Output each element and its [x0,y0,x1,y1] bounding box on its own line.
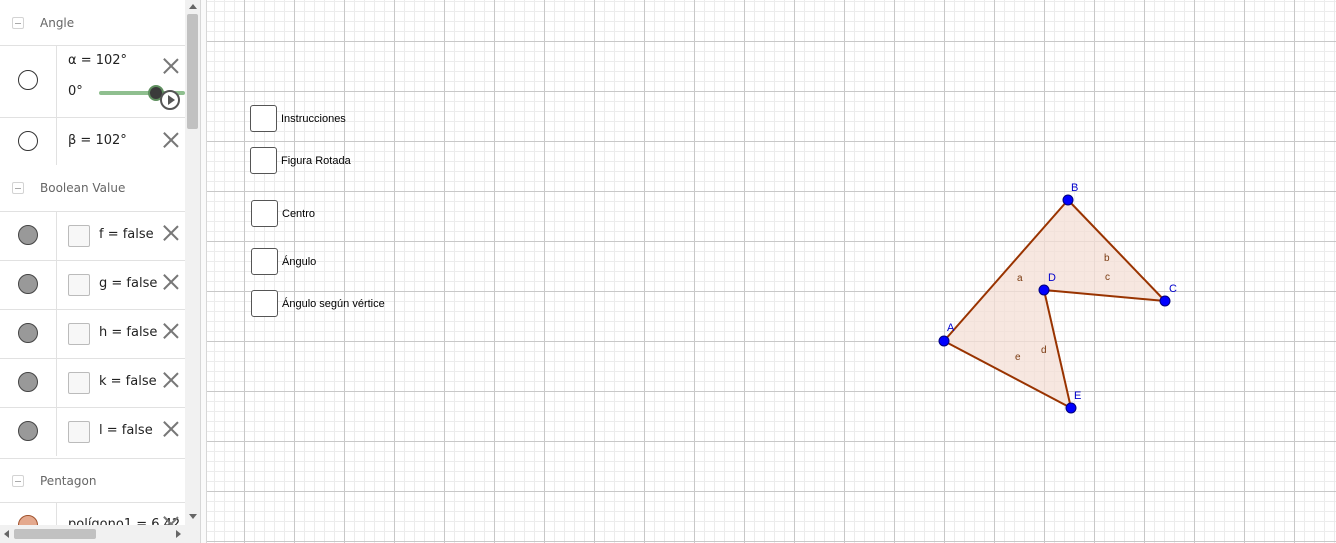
algebra-row-polygon[interactable]: polígono1 = 6.42 [0,502,185,525]
boolean-definition[interactable]: f = false [99,227,154,242]
point-label-e: E [1074,390,1081,402]
delete-icon[interactable] [162,273,180,291]
slider-min-label: 0° [68,84,83,99]
delete-icon[interactable] [162,57,180,75]
row-marker [0,118,57,165]
horizontal-scrollbar[interactable] [0,525,200,543]
delete-icon[interactable] [162,131,180,149]
alpha-definition[interactable]: α = 102° [68,53,127,68]
delete-icon[interactable] [162,322,180,340]
group-label: Pentagon [40,473,97,488]
segment-label-c: c [1105,272,1110,283]
algebra-list: Angle α = 102° 0° β = 102° Boolean Value… [0,0,185,525]
vertical-scrollbar[interactable] [185,0,200,525]
segment-label-a: a [1017,273,1023,284]
point-label-b: B [1071,182,1078,194]
collapse-icon[interactable] [12,182,24,194]
visibility-toggle[interactable] [18,421,38,441]
boolean-definition[interactable]: l = false [99,423,153,438]
scroll-thumb[interactable] [14,529,96,539]
segment-label-b: b [1104,253,1110,264]
boolean-definition[interactable]: h = false [99,325,157,340]
boolean-definition[interactable]: g = false [99,276,157,291]
collapse-icon[interactable] [12,17,24,29]
delete-icon[interactable] [162,420,180,438]
group-label: Angle [40,16,75,30]
scroll-right-icon[interactable] [176,530,181,538]
delete-icon[interactable] [162,515,180,525]
delete-icon[interactable] [162,224,180,242]
row-marker [0,261,57,309]
algebra-row-beta[interactable]: β = 102° [0,117,185,165]
segment-label-e: e [1015,352,1021,363]
visibility-toggle[interactable] [18,225,38,245]
visibility-toggle[interactable] [18,515,38,525]
algebra-row-boolean[interactable]: g = false [0,260,185,309]
scroll-thumb[interactable] [187,14,198,129]
boolean-checkbox[interactable] [68,372,90,394]
algebra-row-alpha[interactable]: α = 102° 0° [0,45,185,117]
graphics-view[interactable]: Instrucciones Figura Rotada Centro Ángul… [207,0,1336,543]
boolean-checkbox[interactable] [68,274,90,296]
row-marker [0,359,57,407]
group-header-pentagon[interactable]: Pentagon [0,458,185,502]
algebra-view: Angle α = 102° 0° β = 102° Boolean Value… [0,0,200,543]
view-divider[interactable] [200,0,207,543]
group-label: Boolean Value [40,181,126,195]
scroll-down-icon[interactable] [189,514,197,519]
group-header-angle[interactable]: Angle [0,1,185,45]
visibility-toggle[interactable] [18,274,38,294]
point-c[interactable] [1159,295,1171,307]
segment-label-d: d [1041,345,1047,356]
point-d[interactable] [1038,284,1050,296]
point-label-d: D [1048,272,1056,284]
point-e[interactable] [1065,402,1077,414]
boolean-checkbox[interactable] [68,421,90,443]
collapse-icon[interactable] [12,474,24,487]
boolean-definition[interactable]: k = false [99,374,157,389]
visibility-toggle[interactable] [18,70,38,90]
row-marker [0,310,57,358]
visibility-toggle[interactable] [18,372,38,392]
point-a[interactable] [938,335,950,347]
boolean-checkbox[interactable] [68,323,90,345]
beta-definition[interactable]: β = 102° [68,133,127,148]
point-label-a: A [947,322,955,334]
play-icon[interactable] [160,90,180,110]
scroll-left-icon[interactable] [4,530,9,538]
algebra-row-boolean[interactable]: l = false [0,407,185,456]
point-label-c: C [1169,283,1177,295]
row-marker [0,503,57,525]
algebra-row-boolean[interactable]: h = false [0,309,185,358]
point-b[interactable] [1062,194,1074,206]
geometry-figure[interactable]: a b c d e A B C D E [207,0,1336,543]
group-header-boolean-value[interactable]: Boolean Value [0,166,185,210]
row-marker [0,212,57,260]
row-marker [0,46,57,117]
algebra-row-boolean[interactable]: k = false [0,358,185,407]
scroll-up-icon[interactable] [189,4,197,9]
delete-icon[interactable] [162,371,180,389]
row-marker [0,408,57,456]
visibility-toggle[interactable] [18,323,38,343]
algebra-row-boolean[interactable]: f = false [0,211,185,260]
visibility-toggle[interactable] [18,131,38,151]
boolean-checkbox[interactable] [68,225,90,247]
